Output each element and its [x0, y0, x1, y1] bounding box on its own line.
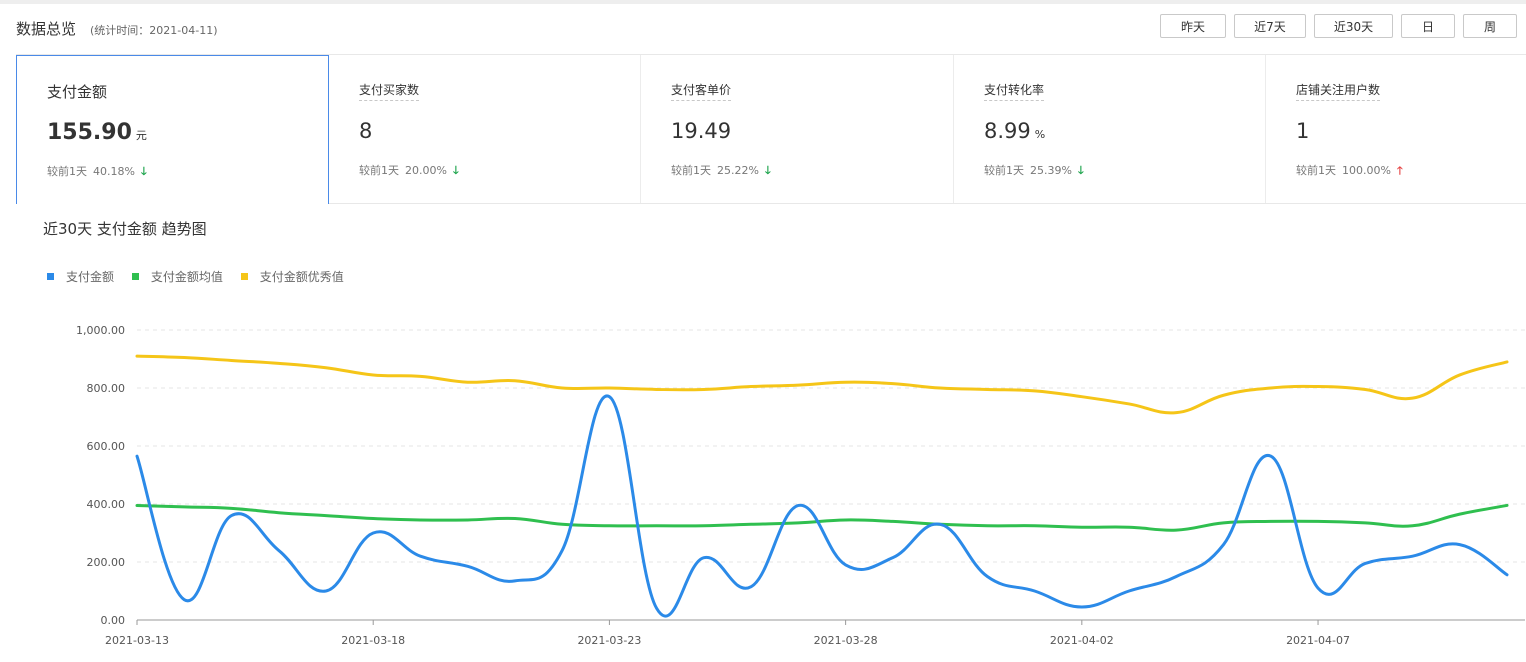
card-value: 19.49: [671, 119, 732, 143]
chart-title: 近30天 支付金额 趋势图: [43, 220, 207, 238]
card-compare: 较前1天 20.00% 🡓: [359, 162, 459, 181]
legend-item-payment[interactable]: 支付金额: [47, 268, 114, 285]
x-tick-label: 2021-03-18: [341, 634, 405, 647]
series-excellent-line: [135, 354, 1509, 415]
period-yesterday-button[interactable]: 昨天: [1160, 14, 1226, 38]
x-tick-label: 2021-04-07: [1286, 634, 1350, 647]
y-tick-label: 0.00: [101, 614, 126, 627]
trend-chart: 0.00 200.00 400.00 600.00 800.00 1,000.00 2021…: [76, 324, 1525, 647]
arrow-down-icon: 🡓: [764, 164, 771, 177]
legend-label: 支付金额均值: [150, 270, 223, 284]
card-value: 1: [1296, 119, 1310, 143]
card-label: 支付买家数: [359, 81, 420, 101]
x-tick-label: 2021-03-13: [105, 634, 169, 647]
period-30days-button[interactable]: 近30天: [1314, 14, 1393, 38]
x-tick-label: 2021-03-23: [577, 634, 641, 647]
legend-swatch: [131, 273, 139, 280]
x-tick-label: 2021-03-28: [814, 634, 878, 647]
period-7days-button[interactable]: 近7天: [1234, 14, 1306, 38]
y-tick-label: 200.00: [87, 556, 126, 569]
card-compare: 较前1天 25.22% 🡓: [671, 162, 771, 181]
y-tick-label: 800.00: [87, 382, 126, 395]
period-day-button[interactable]: 日: [1401, 14, 1455, 38]
y-tick-label: 600.00: [87, 440, 126, 453]
metric-cards: 支付金额 155.90 元 较前1天 40.18% 🡓 支付买家数 8 较前1天 20.…: [16, 54, 1526, 204]
stat-time: (统计时间：2021-04-11): [90, 24, 218, 37]
period-week-button[interactable]: 周: [1463, 14, 1517, 38]
card-compare: 较前1天 40.18% 🡓: [47, 163, 147, 182]
card-value: 155.90 元: [47, 120, 147, 145]
card-compare: 较前1天 100.00% 🡑: [1296, 162, 1403, 181]
card-value: 8: [359, 119, 373, 143]
legend-item-average[interactable]: 支付金额均值: [131, 268, 223, 285]
card-value: 8.99%: [984, 119, 1046, 143]
overview-header: 数据总览 (统计时间：2021-04-11) 昨天 近7天 近30天 日 周: [0, 4, 1526, 54]
card-label: 支付客单价: [671, 81, 732, 101]
card-conversion-rate[interactable]: 支付转化率 8.99% 较前1天 25.39% 🡓: [954, 55, 1266, 203]
card-payment-amount[interactable]: 支付金额 155.90 元 较前1天 40.18% 🡓: [16, 55, 329, 204]
card-unit-price[interactable]: 支付客单价 19.49 较前1天 25.22% 🡓: [641, 55, 954, 203]
y-tick-label: 1,000.00: [76, 324, 125, 337]
x-tick-label: 2021-04-02: [1050, 634, 1114, 647]
card-buyers[interactable]: 支付买家数 8 较前1天 20.00% 🡓: [329, 55, 641, 203]
series-payment-amount-line: [135, 394, 1509, 618]
legend-swatch: [47, 273, 54, 280]
y-tick-label: 400.00: [87, 498, 126, 511]
page-title: 数据总览: [16, 20, 77, 38]
legend-label: 支付金额: [66, 270, 115, 284]
legend-label: 支付金额优秀值: [259, 270, 344, 284]
card-followers[interactable]: 店铺关注用户数 1 较前1天 100.00% 🡑: [1266, 55, 1526, 203]
arrow-up-icon: 🡑: [1396, 164, 1403, 177]
legend-swatch: [240, 273, 248, 280]
card-label: 店铺关注用户数: [1296, 81, 1381, 101]
chart-legend: 支付金额 支付金额均值 支付金额优秀值: [47, 268, 358, 285]
arrow-down-icon: 🡓: [1077, 164, 1084, 177]
arrow-down-icon: 🡓: [452, 164, 459, 177]
card-compare: 较前1天 25.39% 🡓: [984, 162, 1084, 181]
legend-item-excellent[interactable]: 支付金额优秀值: [240, 268, 344, 285]
card-label: 支付转化率: [984, 81, 1045, 101]
card-label: 支付金额: [47, 83, 108, 101]
arrow-down-icon: 🡓: [140, 165, 147, 178]
